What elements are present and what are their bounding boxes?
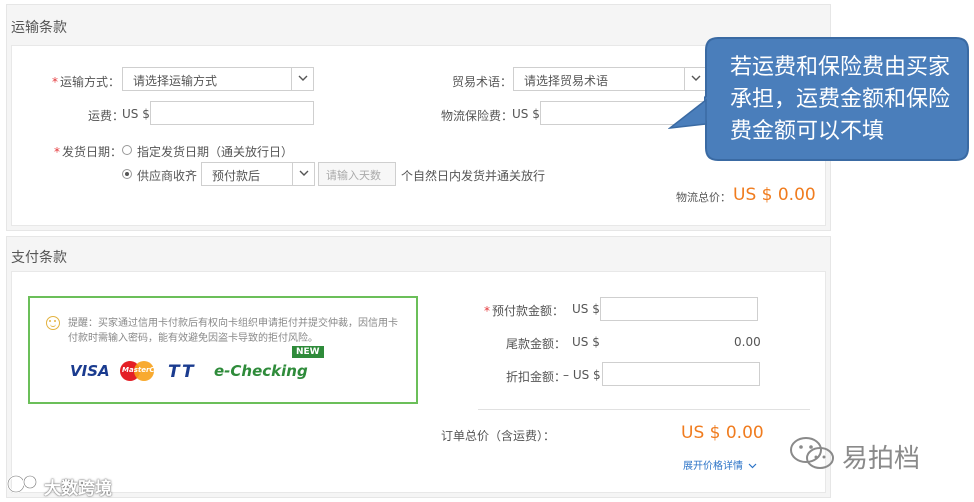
callout-pointer <box>668 98 707 129</box>
trade-term-value: 请选择贸易术语 <box>524 74 609 88</box>
expand-price-details-label: 展开价格详情 <box>683 461 743 472</box>
discount-input[interactable] <box>602 362 760 386</box>
expand-price-details-link[interactable]: 展开价格详情 <box>683 457 757 472</box>
discount-label: 折扣金额： <box>506 370 567 384</box>
trade-term-select[interactable]: 请选择贸易术语 <box>513 67 707 91</box>
shipping-method-label: * 运输方式： <box>52 75 121 89</box>
freight-currency: US $ <box>122 107 150 121</box>
chevron-down-icon <box>748 463 757 469</box>
ship-date-specify-label: 指定发货日期（通关放行日） <box>137 145 294 159</box>
freight-input[interactable] <box>150 101 314 125</box>
payment-section-title: 支付条款 <box>11 250 67 266</box>
ship-date-supplier-radio[interactable] <box>122 169 132 179</box>
discount-currency: – US $ <box>563 368 601 382</box>
freight-label: 运费： <box>88 109 125 123</box>
mastercard-logo: MasterCard <box>120 360 168 382</box>
wechat-icon <box>790 437 834 469</box>
days-suffix-text: 个自然日内发货并通关放行 <box>401 169 546 183</box>
insurance-label: 物流保险费： <box>441 109 514 123</box>
logistics-total-value: US $ 0.00 <box>733 185 816 205</box>
watermark-right-text: 易拍档 <box>842 444 921 474</box>
ship-date-label: * 发货日期： <box>54 145 123 159</box>
shipping-method-value: 请选择运输方式 <box>133 74 218 88</box>
payment-divider <box>478 409 810 410</box>
visa-logo: VISA <box>70 362 110 380</box>
chevron-down-icon <box>292 163 314 185</box>
balance-value: 0.00 <box>734 335 761 349</box>
insurance-currency: US $ <box>512 107 540 121</box>
ship-date-specify-radio[interactable] <box>122 145 132 155</box>
annotation-callout: 若运费和保险费由买家承担，运费金额和保险费金额可以不填 <box>704 36 970 162</box>
days-input-placeholder: 请输入天数 <box>326 169 381 182</box>
supplier-condition-value: 预付款后 <box>212 169 261 183</box>
order-total-value: US $ 0.00 <box>681 423 764 443</box>
logo-icon <box>6 474 38 494</box>
payment-notice-box: 提醒：买家通过信用卡付款后有权向卡组织申请拒付并提交仲裁，因信用卡付款时需输入密… <box>28 296 418 404</box>
smile-icon <box>46 316 60 330</box>
chevron-down-icon <box>291 68 313 90</box>
echecking-logo: e-Checking <box>214 362 308 380</box>
days-input[interactable]: 请输入天数 <box>318 162 396 186</box>
shipping-method-select[interactable]: 请选择运输方式 <box>122 67 314 91</box>
prepay-label: * 预付款金额： <box>484 304 565 318</box>
tt-logo: TT <box>168 362 196 382</box>
ship-date-supplier-label: 供应商收齐 <box>137 169 198 183</box>
logistics-total-label: 物流总价： <box>676 191 731 204</box>
balance-currency: US $ <box>572 335 600 349</box>
watermark-right: 易拍档 <box>788 434 958 474</box>
prepay-input[interactable] <box>600 297 758 321</box>
annotation-callout-text: 若运费和保险费由买家承担，运费金额和保险费金额可以不填 <box>730 55 951 144</box>
prepay-currency: US $ <box>572 302 600 316</box>
chevron-down-icon <box>684 68 706 90</box>
balance-label: 尾款金额： <box>506 337 567 351</box>
watermark-left-text: 大数跨境 <box>44 479 112 499</box>
payment-notice-text: 提醒：买家通过信用卡付款后有权向卡组织申请拒付并提交仲裁，因信用卡付款时需输入密… <box>68 318 398 344</box>
supplier-condition-select[interactable]: 预付款后 <box>201 162 315 186</box>
trade-term-label: 贸易术语： <box>452 75 513 89</box>
order-total-label: 订单总价（含运费）： <box>441 429 556 443</box>
new-badge: NEW <box>292 346 324 358</box>
shipping-section-title: 运输条款 <box>11 20 67 36</box>
